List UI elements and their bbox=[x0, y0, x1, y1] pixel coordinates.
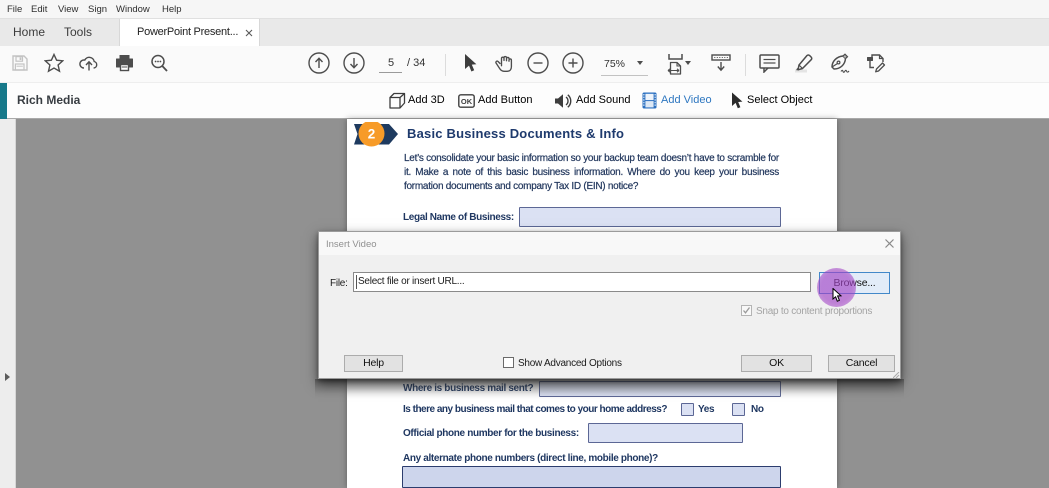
svg-text:2: 2 bbox=[368, 127, 376, 142]
svg-text:OK: OK bbox=[461, 97, 473, 106]
